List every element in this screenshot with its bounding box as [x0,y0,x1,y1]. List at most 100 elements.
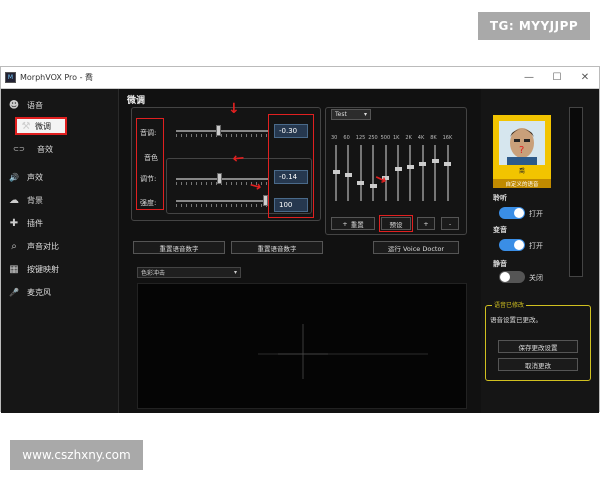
voice-avatar[interactable]: ? 喬 [493,115,551,179]
pitch-label: 音调: [140,129,157,137]
audio-visualizer [137,283,467,409]
sidebar-item-effects[interactable]: ⊂⊃ 音效 [1,139,119,159]
close-button[interactable]: ✕ [571,72,599,83]
person-icon: ☻ [8,99,20,111]
mute-toggle[interactable] [499,271,525,283]
listen-state: 打开 [529,210,543,218]
sidebar-item-plugins[interactable]: ✚ 插件 [1,213,119,233]
eq-reset-button[interactable]: + 重置 [331,217,375,230]
svg-text:?: ? [519,145,524,156]
sidebar-item-label: 微调 [35,121,51,131]
eq-band-slider[interactable] [446,145,449,201]
toggle-knob [500,272,510,282]
timbre-group-label: 音色 [144,154,158,162]
morph-state: 打开 [529,242,543,250]
sidebar-item-label: 语音 [27,100,43,110]
save-changes-button[interactable]: 保存更改设置 [498,340,578,353]
sidebar-item-label: 背景 [27,195,43,205]
window-title: MorphVOX Pro - 喬 [20,73,94,82]
pitch-value-field[interactable]: -0.30 [274,124,308,138]
eq-frequency-label: 60 [343,135,350,141]
pitch-timbre-panel: 音调: 音色 调节: 强度: -0.30 -0.14 100 ↓ ↙ ↘ [131,102,321,221]
eq-band-slider[interactable] [397,145,399,201]
voice-changed-panel: 语音已修改 语音设置已更改。 保存更改设置 取消更改 [485,300,591,381]
eq-band-thumb[interactable] [431,159,439,163]
morph-label: 变音 [493,226,507,234]
strength-value-field[interactable]: 100 [274,198,308,212]
toggle-knob [514,240,524,250]
effects-icon: ⊂⊃ [13,145,25,153]
timbre-slider-thumb[interactable] [216,173,222,184]
listen-label: 聆听 [493,194,507,202]
toggle-knob [514,208,524,218]
eq-frequency-label: 250 [368,135,378,141]
sidebar-item-tweak[interactable]: ⚒ 微调 [15,117,67,135]
morph-toggle[interactable] [499,239,525,251]
eq-remove-button[interactable]: - [441,217,459,230]
avatar-name: 喬 [518,168,525,175]
eq-band-thumb[interactable] [406,164,414,169]
sidebar-item-sound-effects[interactable]: 🔊 声效 [1,167,119,187]
eq-band-slider[interactable] [421,145,424,201]
compare-icon: ⌕ [11,240,17,252]
app-window: M MorphVOX Pro - 喬 — ☐ ✕ ☻ 语音 ⚒ 微调 ⊂⊃ 音效… [0,66,600,413]
eq-frequency-label: 500 [380,135,391,141]
chevron-down-icon: ▾ [233,269,237,276]
timbre-adjust-label: 调节: [140,175,157,183]
restore-voice-button[interactable]: 重置语音数字 [231,241,323,254]
eq-band-slider[interactable] [359,145,362,201]
voice-changed-title: 语音已修改 [492,300,527,309]
eq-band-thumb[interactable] [419,161,427,166]
eq-band-thumb[interactable] [357,181,365,186]
speaker-icon: 🔊 [9,172,19,182]
avatar-image: ? [499,121,545,165]
eq-band-thumb[interactable] [394,167,402,172]
reset-voice-button[interactable]: 重置语音数字 [133,241,225,254]
eq-preset-value: Test [335,111,347,118]
sidebar-item-key-mapping[interactable]: ▦ 按键映射 [1,259,119,279]
pitch-slider[interactable] [176,125,268,137]
eq-band-slider[interactable] [434,145,437,201]
eq-frequency-label: 30 [331,135,338,141]
avatar-tag: 自定义的语音 [493,179,551,188]
visualizer-mode-value: 色彩冲击 [141,270,166,277]
sidebar-item-voice[interactable]: ☻ 语音 [1,95,119,115]
eq-band-thumb[interactable] [444,161,452,166]
cloud-icon: ☁ [9,194,19,206]
strength-label: 强度: [140,199,157,207]
title-bar: M MorphVOX Pro - 喬 — ☐ ✕ [1,67,599,89]
voice-doctor-button[interactable]: 运行 Voice Doctor [373,241,459,254]
face-icon: ? [507,128,537,165]
eq-frequency-label: 1K [393,135,400,141]
listen-toggle[interactable] [499,207,525,219]
mute-label: 静音 [493,260,507,268]
tweak-panel: 微调 音调: 音色 调节: 强度: -0.30 -0.14 100 ↓ ↙ ↘ … [119,89,481,413]
right-panel: ? 喬 自定义的语音 聆听 打开 变音 打开 静音 关闭 语音已修改 语音设置已… [481,89,599,413]
eq-preset-select[interactable]: Test ▾ [331,109,371,120]
visualizer-mode-select[interactable]: 色彩冲击 ▾ [137,267,241,278]
pitch-slider-thumb[interactable] [216,125,222,136]
sidebar-item-microphone[interactable]: 🎤 麦克风 [1,282,119,302]
sidebar-item-background[interactable]: ☁ 背景 [1,190,119,210]
strength-slider[interactable] [176,195,268,207]
eq-frequency-label: 8K [430,135,437,141]
eq-frequency-label: 125 [355,135,366,141]
eq-frequency-label: 16K [442,135,453,141]
waveform-graphic [258,324,428,379]
plus-icon: + [342,219,348,228]
eq-band-thumb[interactable] [344,173,352,177]
eq-band-slider[interactable] [409,145,412,201]
eq-band-thumb[interactable] [332,170,340,175]
sidebar-item-label: 插件 [27,218,43,228]
voice-changed-status: 语音设置已更改。 [490,316,542,324]
arrow-pitch-icon: ↓ [228,101,240,117]
mute-state: 关闭 [529,274,543,282]
minimize-button[interactable]: — [515,72,543,83]
cancel-changes-button[interactable]: 取消更改 [498,358,578,371]
eq-add-button[interactable]: + [417,217,435,230]
watermark-bottom: www.cszhxny.com [10,440,143,470]
sidebar-item-sound-compare[interactable]: ⌕ 声音对比 [1,236,119,256]
maximize-button[interactable]: ☐ [543,72,571,83]
timbre-value-field[interactable]: -0.14 [274,170,308,184]
chevron-down-icon: ▾ [363,111,367,118]
